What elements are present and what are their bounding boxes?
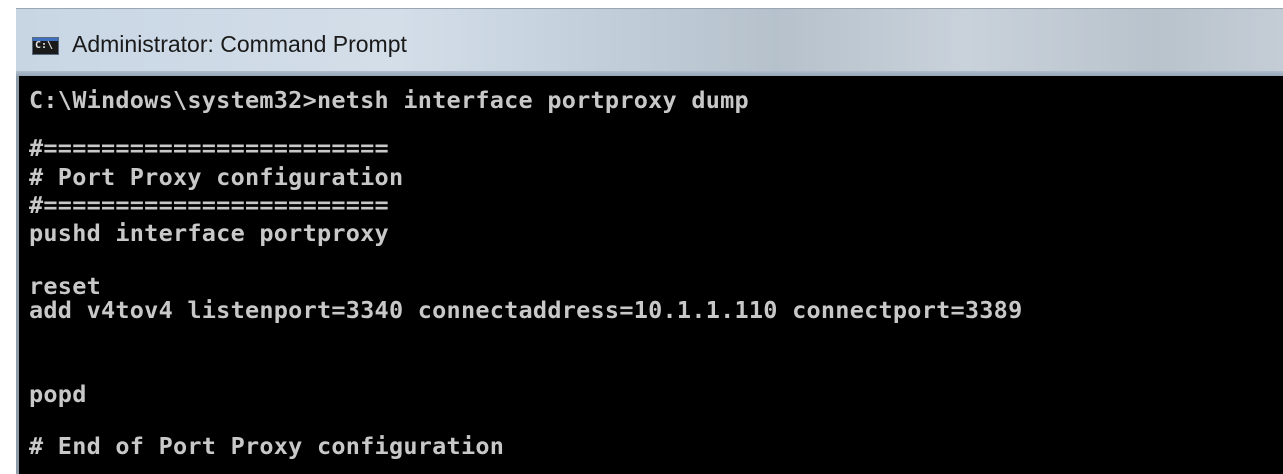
title-bar[interactable]: C:\ Administrator: Command Prompt [16, 8, 1283, 77]
console-line-add-rule: add v4tov4 listenport=3340 connectaddres… [29, 296, 1023, 324]
console-line-separator-bottom: #======================== [29, 191, 389, 219]
console-output[interactable]: C:\Windows\system32>netsh interface port… [16, 76, 1283, 474]
console-line-popd: popd [29, 380, 87, 408]
console-line-footer: # End of Port Proxy configuration [29, 432, 505, 460]
console-line-separator-top: #======================== [29, 134, 389, 162]
window-title: Administrator: Command Prompt [72, 31, 407, 57]
cmd-icon[interactable]: C:\ [32, 37, 59, 55]
console-line-command: C:\Windows\system32>netsh interface port… [29, 86, 749, 114]
console-line-pushd: pushd interface portproxy [29, 219, 389, 247]
command-prompt-window: C:\ Administrator: Command Prompt C:\Win… [16, 8, 1283, 474]
console-line-header: # Port Proxy configuration [29, 163, 404, 191]
